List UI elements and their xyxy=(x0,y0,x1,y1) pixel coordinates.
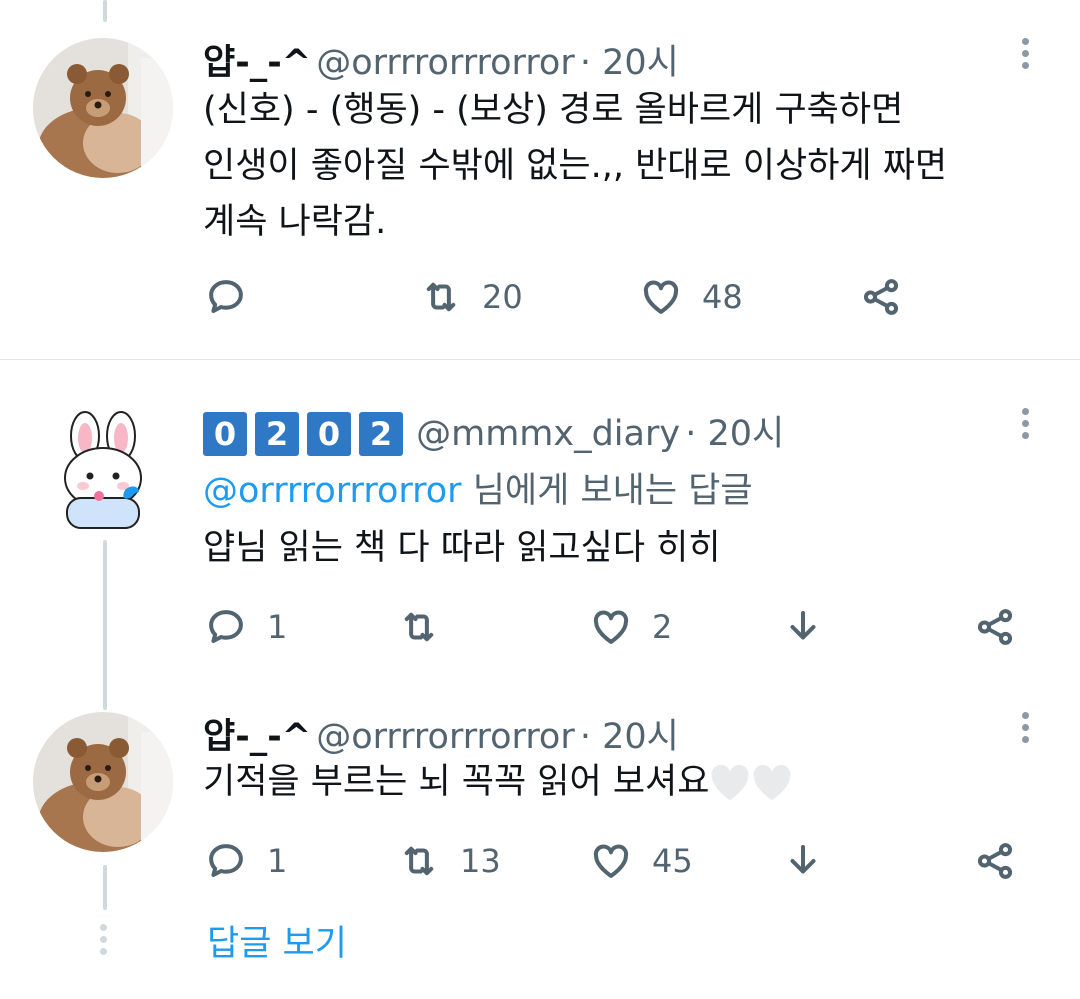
retweet-count: 20 xyxy=(482,278,523,316)
share-icon xyxy=(977,843,1013,879)
tweet-3-header: 얍-_-^ @orrrrorrrorror · 20시 xyxy=(203,708,679,759)
share-icon xyxy=(863,279,899,315)
display-name-badges[interactable]: 0202 xyxy=(203,412,416,456)
share-button[interactable] xyxy=(974,840,1016,882)
like-count: 2 xyxy=(652,608,673,646)
download-arrow-icon xyxy=(790,844,816,874)
tweet-text-line: (신호) - (행동) - (보상) 경로 올바르게 구축하면 xyxy=(203,90,904,130)
like-count: 48 xyxy=(702,278,743,316)
bunny-avatar[interactable] xyxy=(33,398,173,538)
tweet-text-line: 인생이 좋아질 수밖에 없는.,, 반대로 이상하게 짜면 xyxy=(203,146,948,186)
retweet-button[interactable]: 20 xyxy=(420,276,523,318)
thread-line-middle xyxy=(103,540,107,710)
timestamp[interactable]: · 20시 xyxy=(580,717,679,757)
more-options-icon[interactable] xyxy=(1022,408,1030,444)
thread-line-top xyxy=(103,0,107,22)
teddy-bear-icon xyxy=(33,38,173,178)
name-badge: 0 xyxy=(203,412,247,456)
download-button[interactable] xyxy=(782,606,824,648)
retweet-button[interactable] xyxy=(398,606,440,648)
name-badge: 0 xyxy=(307,412,351,456)
bunny-icon xyxy=(64,411,142,529)
download-button[interactable] xyxy=(782,840,824,882)
tweet-1-text: (신호) - (행동) - (보상) 경로 올바르게 구축하면 인생이 좋아질 … xyxy=(203,82,1063,250)
teddy-bear-avatar[interactable] xyxy=(33,712,173,852)
divider xyxy=(0,359,1080,360)
more-options-icon[interactable] xyxy=(1022,38,1030,74)
teddy-bear-icon xyxy=(33,712,173,852)
reply-to-handle-link[interactable]: @orrrrorrrorror xyxy=(203,471,462,511)
heart-icon xyxy=(643,280,679,314)
retweet-count: 13 xyxy=(460,842,501,880)
name-badge: 2 xyxy=(359,412,403,456)
like-button[interactable]: 2 xyxy=(590,606,672,648)
timestamp[interactable]: · 20시 xyxy=(685,414,784,454)
tweet-2-header: 0202 @mmmx_diary · 20시 xyxy=(203,405,784,456)
display-name[interactable]: 얍-_-^ xyxy=(203,43,311,83)
retweet-icon xyxy=(404,612,434,642)
tweet-1-header: 얍-_-^ @orrrrorrrorror · 20시 xyxy=(203,34,679,85)
share-icon xyxy=(977,609,1013,645)
tweet-text-line: 계속 나락감. xyxy=(203,202,387,242)
reply-count: 1 xyxy=(267,842,288,880)
show-replies-link[interactable]: 답글 보기 xyxy=(207,915,347,966)
share-button[interactable] xyxy=(974,606,1016,648)
tweet-text: 기적을 부르는 뇌 꼭꼭 읽어 보셔요 xyxy=(203,762,710,802)
like-button[interactable]: 45 xyxy=(590,840,693,882)
retweet-button[interactable]: 13 xyxy=(398,840,501,882)
timestamp[interactable]: · 20시 xyxy=(580,43,679,83)
white-heart-icon xyxy=(712,764,749,801)
white-heart-icon xyxy=(754,764,791,801)
reply-count: 1 xyxy=(267,608,288,646)
display-name[interactable]: 얍-_-^ xyxy=(203,717,311,757)
name-badge: 2 xyxy=(255,412,299,456)
teddy-bear-avatar[interactable] xyxy=(33,38,173,178)
heart-icon xyxy=(593,844,629,878)
reply-button[interactable] xyxy=(205,276,247,318)
user-handle[interactable]: @orrrrorrrorror xyxy=(316,43,575,83)
like-button[interactable]: 48 xyxy=(640,276,743,318)
more-options-icon[interactable] xyxy=(1022,712,1030,748)
reply-button[interactable]: 1 xyxy=(205,840,287,882)
reply-icon xyxy=(209,610,243,644)
share-button[interactable] xyxy=(860,276,902,318)
tweet-3-text: 기적을 부르는 뇌 꼭꼭 읽어 보셔요 xyxy=(203,754,793,810)
user-handle[interactable]: @orrrrorrrorror xyxy=(316,717,575,757)
reply-to-suffix: 님에게 보내는 답글 xyxy=(461,471,753,511)
reply-icon xyxy=(209,280,243,314)
heart-icon xyxy=(593,610,629,644)
reply-context: @orrrrorrrorror 님에게 보내는 답글 xyxy=(203,462,753,513)
like-count: 45 xyxy=(652,842,693,880)
thread-line-bottom xyxy=(103,865,107,910)
reply-button[interactable]: 1 xyxy=(205,606,287,648)
download-arrow-icon xyxy=(790,610,816,640)
retweet-icon xyxy=(426,282,456,312)
reply-icon xyxy=(209,844,243,878)
thread-dots-icon xyxy=(100,924,108,960)
user-handle[interactable]: @mmmx_diary xyxy=(416,414,680,454)
tweet-2-text: 얍님 읽는 책 다 따라 읽고싶다 히히 xyxy=(203,528,721,568)
retweet-icon xyxy=(404,846,434,876)
